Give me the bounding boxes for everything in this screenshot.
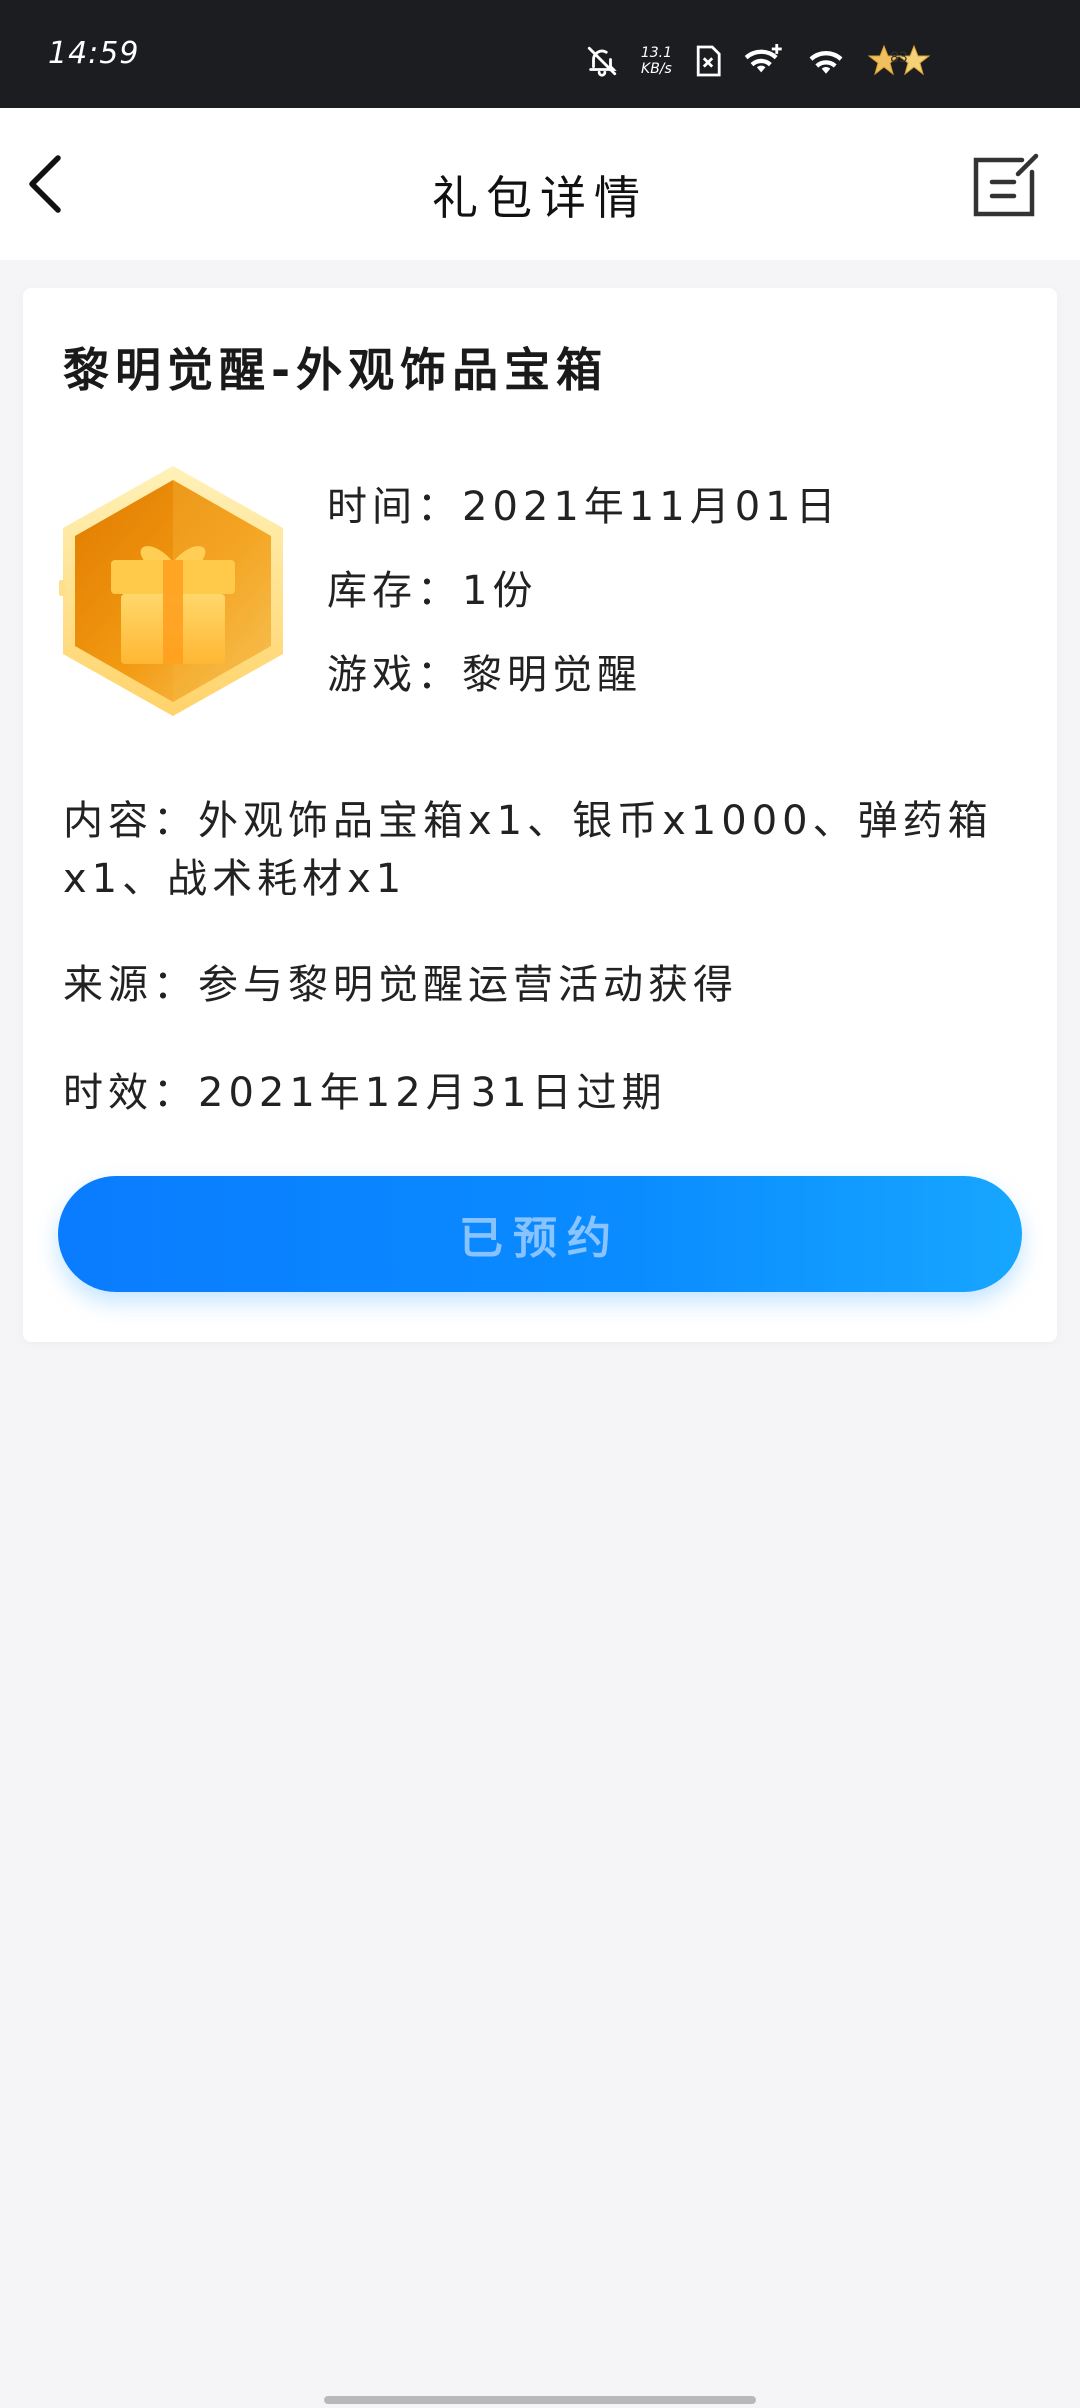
edit-note-icon <box>973 153 1039 217</box>
status-bar: 14:59 13.1 KB/s 83 <box>0 0 1080 108</box>
status-time: 14:59 <box>48 36 140 71</box>
gift-stock: 库存：1份 <box>327 568 538 614</box>
gift-detail-card: 黎明觉醒-外观饰品宝箱 时间：2021年11月01日 库存：1份 游戏：黎明觉醒… <box>23 288 1057 1342</box>
gift-expire: 时效：2021年12月31日过期 <box>63 1070 667 1116</box>
reserved-button[interactable]: 已预约 <box>58 1176 1022 1292</box>
gift-box-icon <box>53 458 293 724</box>
battery-icon: 83 <box>868 44 932 78</box>
bell-off-icon <box>587 46 617 77</box>
sim-card-icon <box>696 45 721 77</box>
gift-content: 内容：外观饰品宝箱x1、银币x1000、弹药箱x1、战术耗材x1 <box>63 798 993 902</box>
net-speed: 13.1 KB/s <box>640 45 672 77</box>
gift-game: 游戏：黎明觉醒 <box>327 652 642 698</box>
home-indicator[interactable] <box>324 2396 756 2404</box>
gift-name: 黎明觉醒-外观饰品宝箱 <box>63 343 609 397</box>
top-app-bar: 礼包详情 <box>0 108 1080 260</box>
status-icons: 13.1 KB/s 83 <box>585 36 932 86</box>
edit-note-button[interactable] <box>970 150 1040 220</box>
gift-time: 时间：2021年11月01日 <box>327 484 841 530</box>
wifi-icon <box>809 50 843 74</box>
page-title: 礼包详情 <box>432 171 648 225</box>
gift-source: 来源：参与黎明觉醒运营活动获得 <box>63 962 738 1008</box>
wifi-plus-icon <box>744 44 782 73</box>
